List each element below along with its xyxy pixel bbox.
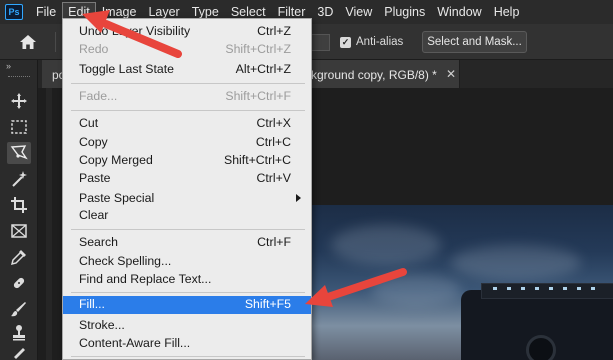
menu-item-fade[interactable]: Fade... Shift+Ctrl+F (63, 88, 311, 106)
options-divider (55, 32, 56, 52)
menu-separator (71, 292, 305, 293)
magic-wand-tool-icon[interactable] (7, 168, 31, 190)
panel-grip[interactable] (8, 76, 30, 78)
tools-panel: » (0, 60, 38, 360)
menu-item-stroke[interactable]: Stroke... (63, 317, 311, 335)
frame-tool-icon[interactable] (7, 220, 31, 242)
cloud (331, 225, 441, 265)
history-brush-tool-icon[interactable] (7, 344, 31, 360)
menu-item-find-replace[interactable]: Find and Replace Text... (63, 271, 311, 289)
document-tab-active[interactable]: kground copy, RGB/8) * ✕ (310, 60, 460, 88)
close-tab-icon[interactable]: ✕ (446, 67, 456, 81)
menu-item-copy[interactable]: Copy Ctrl+C (63, 134, 311, 152)
menu-item-toggle-last-state[interactable]: Toggle Last State Alt+Ctrl+Z (63, 61, 311, 79)
menu-view[interactable]: View (339, 2, 378, 22)
truck-wheel (526, 335, 556, 360)
anti-alias-label: Anti-alias (356, 36, 404, 48)
menu-item-check-spelling[interactable]: Check Spelling... (63, 253, 311, 271)
menu-item-search[interactable]: Search Ctrl+F (63, 234, 311, 252)
edit-menu: Undo Layer Visibility Ctrl+Z Redo Shift+… (62, 18, 312, 360)
healing-brush-tool-icon[interactable] (7, 272, 31, 294)
canvas-edge (46, 88, 52, 360)
select-and-mask-button[interactable]: Select and Mask... (422, 31, 527, 53)
menu-separator (71, 110, 305, 111)
home-icon[interactable] (19, 34, 37, 50)
cloud (451, 245, 581, 280)
menu-item-paste[interactable]: Paste Ctrl+V (63, 170, 311, 188)
menu-separator (71, 356, 305, 357)
menu-item-paste-special[interactable]: Paste Special (63, 190, 311, 208)
move-tool-icon[interactable] (7, 90, 31, 112)
menu-item-clear[interactable]: Clear (63, 207, 311, 225)
menu-item-undo[interactable]: Undo Layer Visibility Ctrl+Z (63, 23, 311, 41)
clone-stamp-tool-icon[interactable] (7, 322, 31, 344)
menu-separator (71, 83, 305, 84)
brush-tool-icon[interactable] (7, 298, 31, 320)
eyedropper-tool-icon[interactable] (7, 246, 31, 268)
photoshop-logo-icon[interactable]: Ps (5, 4, 23, 20)
truck-light-bar (493, 287, 603, 290)
menu-item-redo[interactable]: Redo Shift+Ctrl+Z (63, 41, 311, 59)
menu-item-fill[interactable]: Fill... Shift+F5 (63, 296, 311, 314)
checkmark-icon: ✓ (341, 37, 350, 47)
menu-file[interactable]: File (30, 2, 62, 22)
marquee-tool-icon[interactable] (7, 116, 31, 138)
truck-roof-rack (481, 283, 613, 299)
cloud (371, 275, 461, 305)
document-image[interactable] (311, 205, 613, 360)
menu-window[interactable]: Window (431, 2, 487, 22)
document-tab-active-label: kground copy, RGB/8) * (311, 68, 437, 82)
collapse-panel-icon[interactable]: » (6, 61, 11, 71)
menu-plugins[interactable]: Plugins (378, 2, 431, 22)
anti-alias-checkbox[interactable]: ✓ (340, 37, 351, 48)
menu-item-cut[interactable]: Cut Ctrl+X (63, 115, 311, 133)
menu-item-content-aware-fill[interactable]: Content-Aware Fill... (63, 335, 311, 353)
menu-item-copy-merged[interactable]: Copy Merged Shift+Ctrl+C (63, 152, 311, 170)
crop-tool-icon[interactable] (7, 194, 31, 216)
lasso-tool-icon[interactable] (7, 142, 31, 164)
submenu-arrow-icon (296, 194, 301, 202)
menu-3d[interactable]: 3D (311, 2, 339, 22)
menu-help[interactable]: Help (488, 2, 526, 22)
menu-separator (71, 229, 305, 230)
